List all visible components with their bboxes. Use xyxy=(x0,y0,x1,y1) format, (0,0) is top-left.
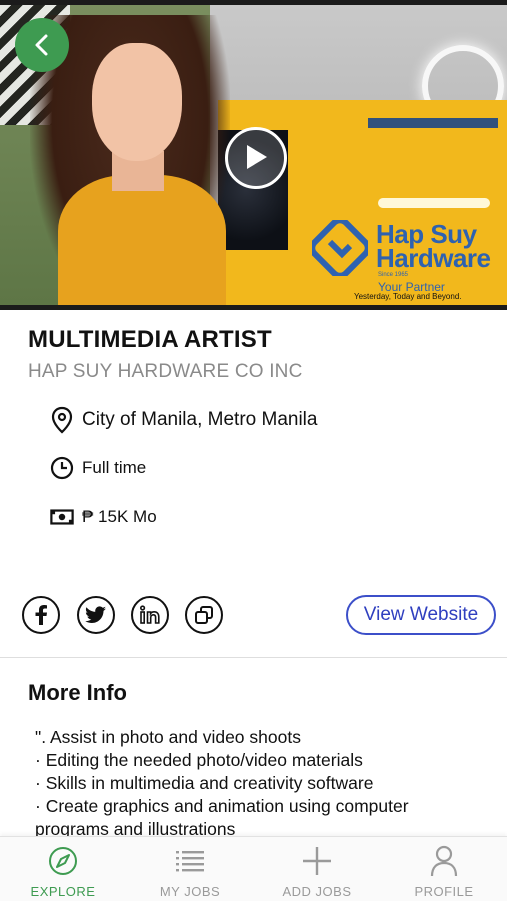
compass-icon xyxy=(0,846,126,876)
nav-explore[interactable]: EXPLORE xyxy=(0,837,126,901)
employment-type-row: Full time xyxy=(50,455,146,481)
description-line: · Editing the needed photo/video materia… xyxy=(35,750,363,770)
job-title: MULTIMEDIA ARTIST xyxy=(28,326,272,353)
video-hero[interactable]: Hap Suy Hardware Since 1965 Your Partner… xyxy=(0,0,507,310)
linkedin-button[interactable] xyxy=(131,596,169,634)
list-icon xyxy=(127,846,253,876)
salary-text: ₱ 15K Mo xyxy=(82,507,157,526)
salary-row: ₱ 15K Mo xyxy=(50,504,157,530)
location-pin-icon xyxy=(50,406,74,434)
chevron-left-icon xyxy=(35,34,48,56)
description-line: · Create graphics and animation using co… xyxy=(35,796,409,816)
nav-add-jobs[interactable]: ADD JOBS xyxy=(254,837,380,901)
facebook-icon xyxy=(35,605,47,625)
nav-add-jobs-label: ADD JOBS xyxy=(282,884,352,899)
person-icon xyxy=(381,845,507,877)
twitter-button[interactable] xyxy=(77,596,115,634)
location-row: City of Manila, Metro Manila xyxy=(50,406,318,434)
screen-nav-bar xyxy=(368,118,498,128)
description-line: · Skills in multimedia and creativity so… xyxy=(35,773,374,793)
screen-tagline: Yesterday, Today and Beyond. xyxy=(354,292,462,301)
description-line: ". Assist in photo and video shoots xyxy=(35,727,301,747)
play-icon xyxy=(247,145,267,169)
location-text: City of Manila, Metro Manila xyxy=(82,409,318,430)
money-icon xyxy=(50,508,74,526)
presenter-top xyxy=(58,175,226,305)
plus-icon xyxy=(254,846,380,876)
employment-type-text: Full time xyxy=(82,458,147,477)
screen-logo-text: Hap Suy Hardware xyxy=(376,219,491,273)
company-name: HAP SUY HARDWARE CO INC xyxy=(28,361,303,382)
hap-suy-logo-icon xyxy=(312,220,368,276)
screen-search-bar xyxy=(378,198,490,208)
more-info-heading: More Info xyxy=(28,680,127,705)
facebook-button[interactable] xyxy=(22,596,60,634)
nav-my-jobs[interactable]: MY JOBS xyxy=(127,837,253,901)
nav-my-jobs-label: MY JOBS xyxy=(159,884,221,899)
job-description: ". Assist in photo and video shoots · Ed… xyxy=(35,726,485,836)
view-website-button[interactable]: View Website xyxy=(346,595,496,635)
screen-logo-since: Since 1965 xyxy=(378,272,409,278)
clock-icon xyxy=(50,456,74,480)
copy-icon xyxy=(195,606,213,624)
twitter-icon xyxy=(85,606,106,623)
linkedin-icon xyxy=(139,605,160,624)
description-line: programs and illustrations xyxy=(35,819,236,836)
section-divider xyxy=(0,657,507,658)
copy-link-button[interactable] xyxy=(185,596,223,634)
play-button[interactable] xyxy=(225,127,287,189)
nav-profile-label: PROFILE xyxy=(414,884,474,899)
back-button[interactable] xyxy=(15,18,69,72)
presenter-face xyxy=(92,43,182,161)
nav-explore-label: EXPLORE xyxy=(30,884,96,899)
nav-profile[interactable]: PROFILE xyxy=(381,837,507,901)
bottom-nav: EXPLORE MY JOBS ADD JOBS PROFILE xyxy=(0,836,507,901)
